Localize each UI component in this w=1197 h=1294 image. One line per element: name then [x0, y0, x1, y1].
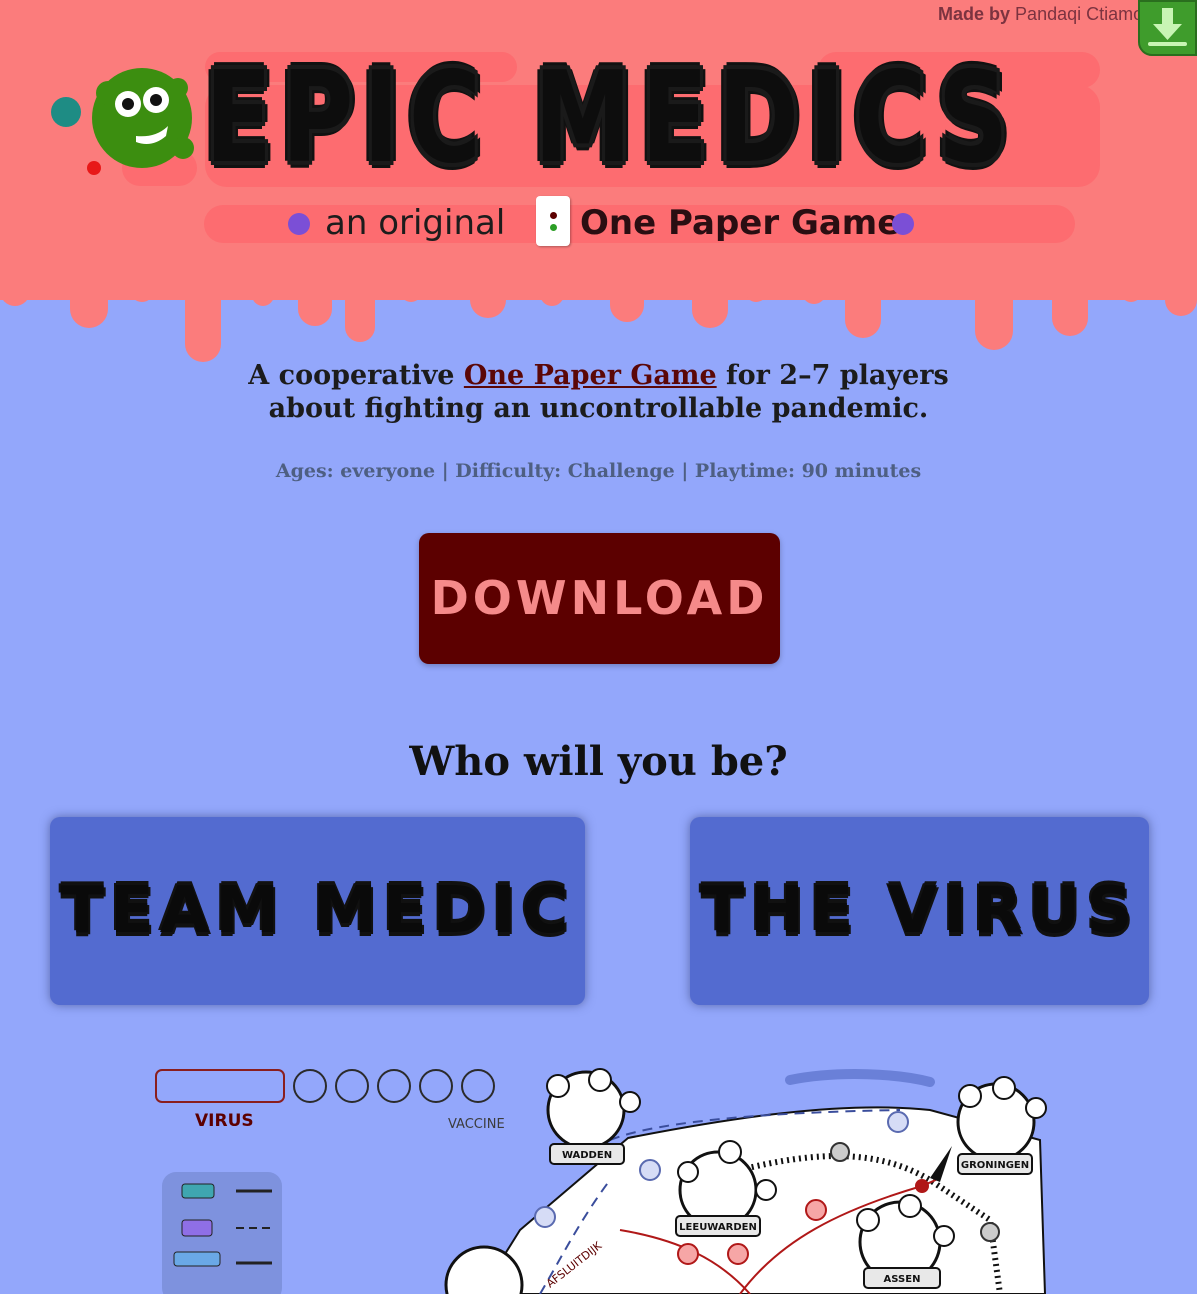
virus-blob-icon	[288, 213, 310, 235]
intro-text: A cooperative One Paper Game for 2–7 pla…	[0, 359, 1197, 425]
vaccine-track-label: VACCINE	[448, 1117, 505, 1132]
virus-track-label: VIRUS	[195, 1111, 254, 1131]
team-medic-label: TEAM MEDIC	[60, 874, 575, 948]
drip	[185, 280, 221, 362]
board-preview-image: VIRUS VACCINE WADDEN GRONINGEN LEEUWARDE…	[155, 1068, 1047, 1294]
paper-logo-icon	[536, 196, 570, 246]
credit-studio: Pandaqi Ctiamo P	[1015, 4, 1138, 24]
city-label: ASSEN	[884, 1274, 921, 1285]
drip	[975, 280, 1013, 350]
subtitle-prefix: an original	[325, 203, 506, 243]
download-label: DOWNLOAD	[430, 571, 769, 625]
intro-text-end: for 2–7 players	[716, 360, 949, 391]
credit-made-by: Made by	[938, 4, 1011, 24]
city-label: LEEUWARDEN	[679, 1222, 757, 1233]
intro-line-2: about fighting an uncontrollable pandemi…	[268, 393, 929, 424]
download-button[interactable]: DOWNLOAD	[419, 533, 780, 664]
arrow-down-icon	[1148, 8, 1187, 46]
drip	[0, 280, 30, 306]
game-meta-info: Ages: everyone | Difficulty: Challenge |…	[275, 460, 922, 482]
drip	[845, 280, 881, 338]
intro-line-1: A cooperative One Paper Game for 2–7 pla…	[0, 359, 1197, 392]
drip	[1120, 280, 1142, 302]
drip	[252, 280, 274, 306]
city-label: WADDEN	[562, 1150, 612, 1161]
the-virus-label: THE VIRUS	[700, 874, 1139, 948]
drip	[692, 280, 728, 328]
one-paper-game-link[interactable]: One Paper Game	[464, 360, 717, 391]
drip	[540, 280, 564, 306]
intro-text-start: A cooperative	[248, 360, 464, 391]
drip	[345, 280, 375, 342]
drip	[400, 280, 422, 302]
drip	[1052, 280, 1088, 336]
roles-heading: Who will you be?	[409, 738, 788, 785]
subtitle-brand: One Paper Game	[580, 203, 901, 243]
corner-home-button[interactable]	[1138, 0, 1197, 56]
drip	[470, 280, 506, 318]
virus-mascot-icon	[51, 68, 194, 175]
credit-text[interactable]: Made by Pandaqi Ctiamo P	[938, 4, 1138, 25]
drip	[745, 280, 767, 302]
drip	[1165, 280, 1197, 316]
the-virus-card[interactable]: THE VIRUS	[690, 817, 1149, 1005]
drip	[802, 280, 826, 304]
virus-blob-icon	[892, 213, 914, 235]
city-label: GRONINGEN	[961, 1160, 1029, 1171]
team-medic-card[interactable]: TEAM MEDIC	[50, 817, 585, 1005]
game-title: EPIC MEDICS	[205, 44, 1018, 191]
drip	[610, 280, 644, 322]
drip	[70, 280, 108, 328]
drip	[298, 280, 332, 326]
